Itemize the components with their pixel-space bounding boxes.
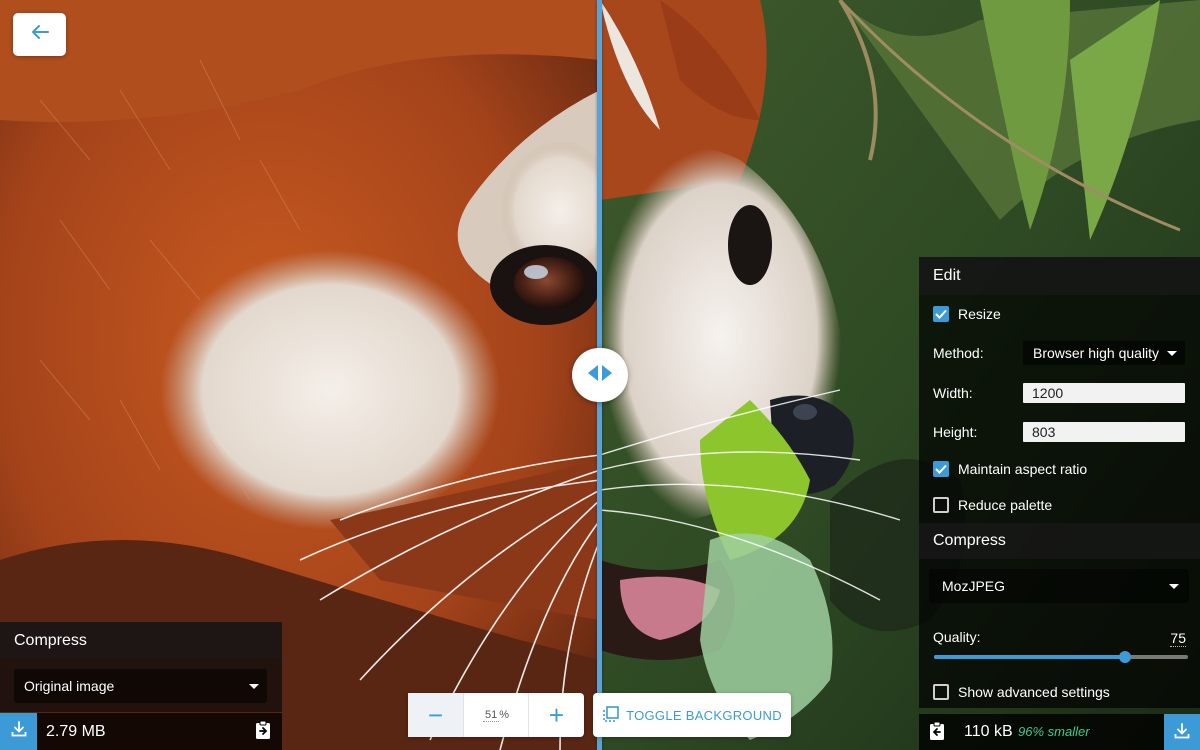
height-input[interactable] xyxy=(1023,422,1185,442)
compress-section-title: Compress xyxy=(919,523,1200,559)
zoom-in-button[interactable]: + xyxy=(528,693,584,737)
minus-icon: − xyxy=(427,699,444,730)
right-download-button[interactable] xyxy=(1164,714,1200,750)
left-options-panel: Compress Original image 2.79 MB xyxy=(0,622,282,750)
maintain-aspect-checkbox[interactable] xyxy=(933,461,949,477)
quality-slider-fill xyxy=(934,655,1125,659)
checkmark-icon xyxy=(935,464,947,474)
reduce-palette-checkbox[interactable] xyxy=(933,497,949,513)
advanced-settings-checkbox[interactable] xyxy=(933,683,949,700)
quality-value[interactable]: 75 xyxy=(1170,630,1186,647)
download-icon xyxy=(1173,722,1191,743)
resize-option[interactable]: Resize xyxy=(919,295,1200,333)
method-label: Method: xyxy=(933,345,984,361)
quality-slider-thumb[interactable] xyxy=(1118,651,1131,663)
method-select-value: Browser high quality xyxy=(1033,345,1160,361)
left-panel-body: Original image xyxy=(0,659,282,712)
download-icon xyxy=(10,720,28,743)
toggle-background-icon xyxy=(602,705,620,726)
right-copy-settings-button[interactable] xyxy=(926,721,948,743)
width-input[interactable] xyxy=(1023,383,1185,403)
quality-label: Quality: xyxy=(933,629,981,645)
back-button[interactable] xyxy=(13,13,66,56)
quality-row: Quality: 75 xyxy=(919,615,1200,675)
plus-icon: + xyxy=(548,699,565,730)
maintain-aspect-option[interactable]: Maintain aspect ratio xyxy=(919,451,1200,487)
height-row: Height: xyxy=(919,413,1200,451)
resize-checkbox[interactable] xyxy=(933,306,949,322)
zoom-level-unit: % xyxy=(499,709,510,721)
edit-section: Resize Method: Browser high quality Widt… xyxy=(919,295,1200,523)
chevron-down-icon xyxy=(1167,351,1177,356)
codec-select[interactable]: MozJPEG xyxy=(929,569,1189,603)
copy-icon xyxy=(927,721,947,744)
checkmark-icon xyxy=(935,309,947,319)
copy-icon xyxy=(253,720,273,745)
chevron-down-icon xyxy=(249,684,259,689)
left-download-button[interactable] xyxy=(0,713,37,750)
advanced-settings-option[interactable]: Show advanced settings xyxy=(919,675,1200,708)
arrow-left-icon xyxy=(31,24,49,45)
zoom-level-value[interactable]: 51 xyxy=(482,709,500,722)
zoom-out-button[interactable]: − xyxy=(408,693,464,737)
edit-section-title: Edit xyxy=(919,257,1200,295)
zoom-level[interactable]: 51 % xyxy=(464,693,528,737)
left-panel-footer: 2.79 MB xyxy=(0,713,282,750)
size-savings: 96% smaller xyxy=(1018,724,1090,739)
chevron-down-icon xyxy=(1169,584,1179,589)
toggle-background-button[interactable]: TOGGLE BACKGROUND xyxy=(593,693,791,737)
left-compress-select[interactable]: Original image xyxy=(14,669,267,703)
compress-section: MozJPEG Quality: 75 Show advanced settin… xyxy=(919,559,1200,708)
reduce-palette-label: Reduce palette xyxy=(958,497,1053,513)
right-file-size: 110 kB xyxy=(964,723,1013,740)
resize-label: Resize xyxy=(958,306,1001,322)
split-handle-icon xyxy=(586,363,614,388)
right-panel-footer: 110 kB 96% smaller xyxy=(919,714,1200,750)
zoom-controls: − 51 % + xyxy=(408,693,584,737)
maintain-aspect-label: Maintain aspect ratio xyxy=(958,461,1088,477)
left-panel-title: Compress xyxy=(0,622,282,659)
left-file-size: 2.79 MB xyxy=(46,723,106,740)
method-select[interactable]: Browser high quality xyxy=(1023,341,1185,365)
height-label: Height: xyxy=(933,424,978,440)
codec-select-value: MozJPEG xyxy=(942,578,1006,594)
left-copy-settings-button[interactable] xyxy=(252,720,274,745)
codec-row: MozJPEG xyxy=(919,559,1200,615)
reduce-palette-option[interactable]: Reduce palette xyxy=(919,487,1200,523)
quality-slider[interactable] xyxy=(934,651,1188,663)
advanced-settings-label: Show advanced settings xyxy=(958,683,1110,700)
width-label: Width: xyxy=(933,385,973,401)
right-options-panel: Edit Resize Method: Browser high quality… xyxy=(919,257,1200,750)
left-compress-select-value: Original image xyxy=(24,678,115,694)
width-row: Width: xyxy=(919,373,1200,413)
method-row: Method: Browser high quality xyxy=(919,333,1200,373)
toggle-background-label: TOGGLE BACKGROUND xyxy=(626,707,782,723)
split-handle[interactable] xyxy=(572,348,628,402)
